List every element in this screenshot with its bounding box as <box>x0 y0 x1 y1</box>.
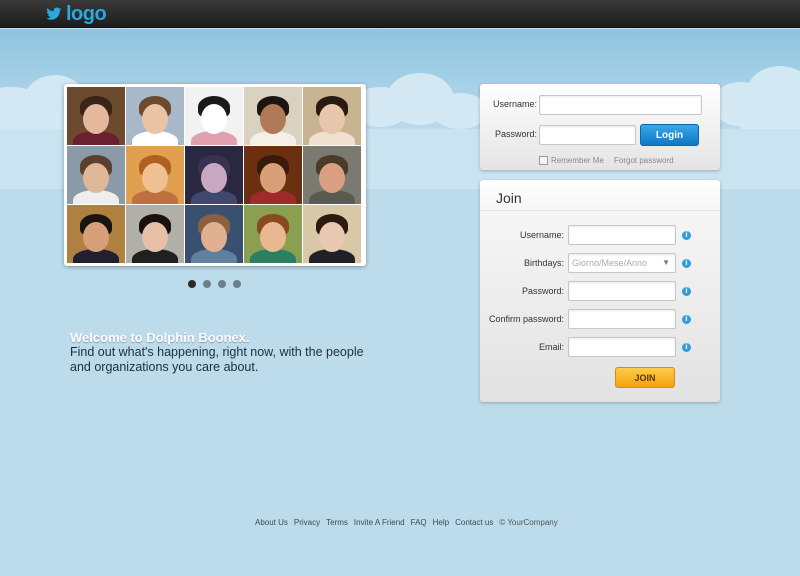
join-divider <box>480 210 720 211</box>
profile-photo[interactable] <box>244 87 302 145</box>
photo-face <box>83 163 109 194</box>
photo-face <box>201 222 227 253</box>
photo-face <box>319 104 345 135</box>
join-username-input[interactable] <box>568 225 676 245</box>
profile-photo[interactable] <box>185 146 243 204</box>
footer-link[interactable]: Contact us <box>455 518 493 527</box>
photo-face <box>201 163 227 194</box>
profile-photo[interactable] <box>126 146 184 204</box>
footer-link[interactable]: Invite A Friend <box>354 518 405 527</box>
photo-face <box>142 104 168 135</box>
slider-dot[interactable] <box>203 280 211 288</box>
remember-me-label: Remember Me <box>551 156 604 165</box>
info-icon[interactable]: i <box>682 315 691 324</box>
profile-photo[interactable] <box>303 205 361 263</box>
info-icon[interactable]: i <box>682 287 691 296</box>
profile-photo[interactable] <box>67 146 125 204</box>
photo-face <box>142 163 168 194</box>
welcome-section: Welcome to Dolphin Boonex. Find out what… <box>70 330 390 375</box>
photo-face <box>260 222 286 253</box>
join-password-label: Password: <box>521 286 564 296</box>
photo-face <box>260 163 286 194</box>
login-password-label: Password: <box>494 129 537 139</box>
forgot-password-link[interactable]: Forgot password <box>614 156 674 165</box>
slider-dot[interactable] <box>233 280 241 288</box>
welcome-line-2: and organizations you care about. <box>70 360 259 374</box>
birthdays-label: Birthdays: <box>523 258 564 268</box>
photo-grid <box>67 87 363 263</box>
footer-link[interactable]: Help <box>433 518 449 527</box>
footer-link[interactable]: Terms <box>326 518 348 527</box>
login-password-input[interactable] <box>539 125 636 145</box>
profile-photo[interactable] <box>244 205 302 263</box>
photo-face <box>260 104 286 135</box>
footer-link[interactable]: FAQ <box>411 518 427 527</box>
confirm-password-input[interactable] <box>568 309 676 329</box>
login-panel: Username: Password: Login Remember Me Fo… <box>480 84 720 170</box>
profile-photo[interactable] <box>244 146 302 204</box>
photo-face <box>319 163 345 194</box>
join-panel: Join Username: i Birthdays: Giorno/Mese/… <box>480 180 720 402</box>
join-button[interactable]: JOIN <box>615 367 675 388</box>
top-bar: logo <box>0 0 800 28</box>
remember-me[interactable]: Remember Me <box>539 156 604 165</box>
join-email-label: Email: <box>538 342 564 352</box>
footer-link[interactable]: Privacy <box>294 518 320 527</box>
profile-photo[interactable] <box>67 87 125 145</box>
chevron-down-icon: ▼ <box>662 258 670 267</box>
photo-slider[interactable] <box>64 84 366 266</box>
info-icon[interactable]: i <box>682 343 691 352</box>
slider-pagination <box>188 280 241 288</box>
photo-face <box>142 222 168 253</box>
profile-photo[interactable] <box>126 87 184 145</box>
join-title: Join <box>496 190 522 206</box>
profile-photo[interactable] <box>67 205 125 263</box>
slider-dot[interactable] <box>188 280 196 288</box>
footer-copyright: © YourCompany <box>499 518 558 527</box>
login-username-input[interactable] <box>539 95 702 115</box>
profile-photo[interactable] <box>303 146 361 204</box>
confirm-password-label: Confirm password: <box>488 314 564 324</box>
photo-face <box>319 222 345 253</box>
login-username-label: Username: <box>492 99 537 109</box>
profile-photo[interactable] <box>185 87 243 145</box>
remember-me-checkbox[interactable] <box>539 156 548 165</box>
welcome-title: Welcome to Dolphin Boonex. <box>70 330 250 345</box>
bird-icon <box>46 7 62 20</box>
join-email-input[interactable] <box>568 337 676 357</box>
profile-photo[interactable] <box>126 205 184 263</box>
logo-text: logo <box>66 2 107 25</box>
birthdays-select[interactable]: Giorno/Mese/Anno ▼ <box>568 253 676 273</box>
footer: About Us Privacy Terms Invite A Friend FAQ He… <box>255 518 558 527</box>
welcome-line-1: Find out what's happening, right now, wi… <box>70 345 364 359</box>
info-icon[interactable]: i <box>682 231 691 240</box>
birthdays-value: Giorno/Mese/Anno <box>572 258 648 268</box>
profile-photo[interactable] <box>303 87 361 145</box>
footer-link[interactable]: About Us <box>255 518 288 527</box>
photo-face <box>83 222 109 253</box>
info-icon[interactable]: i <box>682 259 691 268</box>
photo-face <box>201 104 227 135</box>
slider-dot[interactable] <box>218 280 226 288</box>
profile-photo[interactable] <box>185 205 243 263</box>
logo[interactable]: logo <box>46 2 107 25</box>
join-username-label: Username: <box>519 230 564 240</box>
join-password-input[interactable] <box>568 281 676 301</box>
photo-face <box>83 104 109 135</box>
login-button[interactable]: Login <box>640 124 699 146</box>
